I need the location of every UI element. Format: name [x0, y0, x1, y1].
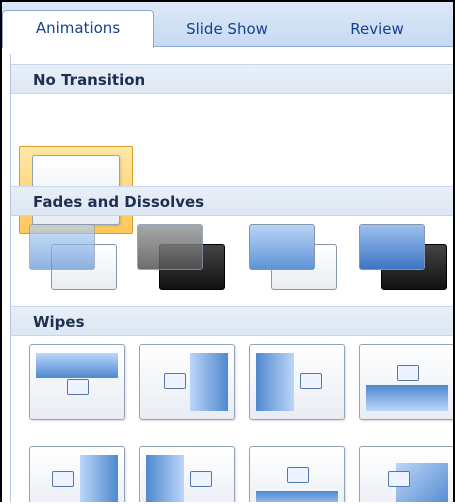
arrow-down-icon — [67, 379, 89, 395]
tab-slide-show[interactable]: Slide Show — [167, 12, 287, 46]
transition-dissolve[interactable] — [249, 224, 341, 300]
wipe-down-thumb — [29, 344, 125, 420]
transition-panel: No Transition Fades and Dissolves Wipes — [10, 54, 453, 502]
transition-fade-through-black[interactable] — [137, 224, 229, 300]
arrow-diagonal-icon — [388, 471, 410, 487]
wipe-left-2-thumb — [29, 446, 125, 502]
transition-wipe-left-2[interactable] — [29, 446, 127, 502]
arrow-right-icon — [300, 373, 322, 389]
arrow-up-icon — [287, 467, 309, 483]
arrow-left-icon — [52, 471, 74, 487]
wipe-right-2-thumb — [139, 446, 235, 502]
transition-wipe-left[interactable] — [139, 344, 237, 422]
tab-animations[interactable]: Animations — [2, 10, 154, 48]
wipe-up-2-thumb — [249, 446, 345, 502]
transition-gallery: Animations Slide Show Review No Transiti… — [0, 0, 455, 502]
transition-cut-through-black[interactable] — [359, 224, 451, 300]
wipe-up-fill — [366, 385, 448, 411]
wipe-right-thumb — [249, 344, 345, 420]
wipe-up-2-fill — [256, 491, 338, 502]
wipe-right-2-fill — [146, 455, 184, 502]
section-no-transition: No Transition — [11, 64, 453, 94]
arrow-right-icon — [190, 471, 212, 487]
transition-wipe-right[interactable] — [249, 344, 347, 422]
wipe-up-thumb — [359, 344, 453, 420]
wipe-diagonal-thumb — [359, 446, 453, 502]
tab-review[interactable]: Review — [317, 12, 437, 46]
wipe-left-fill — [190, 353, 228, 411]
transition-wipe-right-2[interactable] — [139, 446, 237, 502]
fade-smoothly-front-card — [29, 224, 95, 270]
wipe-left-2-fill — [80, 455, 118, 502]
arrow-up-icon — [397, 365, 419, 381]
wipe-right-fill — [256, 353, 294, 411]
dissolve-front-card — [249, 224, 315, 270]
wipe-left-thumb — [139, 344, 235, 420]
transition-wipe-up-2[interactable] — [249, 446, 347, 502]
transition-wipe-down[interactable] — [29, 344, 127, 422]
fade-through-black-front-card — [137, 224, 203, 270]
section-fades-and-dissolves: Fades and Dissolves — [11, 186, 453, 216]
transition-wipe-diagonal[interactable] — [359, 446, 453, 502]
section-wipes: Wipes — [11, 306, 453, 336]
cut-through-black-front-card — [359, 224, 425, 270]
arrow-left-icon — [164, 373, 186, 389]
ribbon-tabs: Animations Slide Show Review — [2, 2, 453, 48]
wipe-down-fill — [36, 353, 118, 378]
transition-fade-smoothly[interactable] — [29, 224, 121, 300]
transition-wipe-up[interactable] — [359, 344, 453, 422]
